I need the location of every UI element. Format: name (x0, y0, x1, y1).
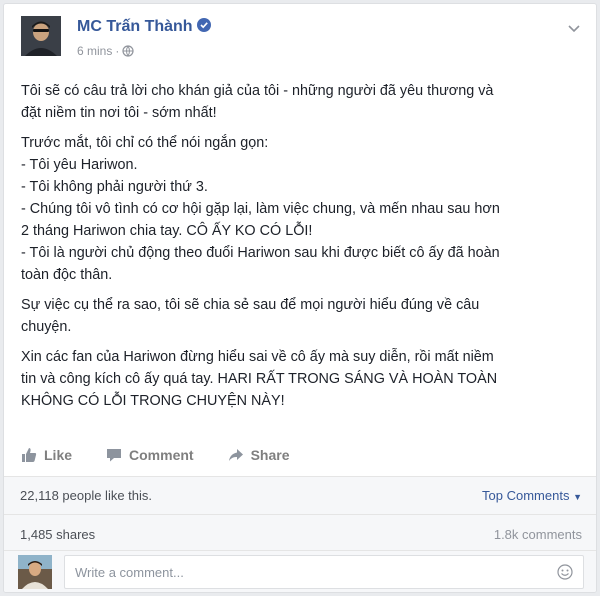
post-line: Sự việc cụ thể ra sao, tôi sẽ chia sẻ sa… (21, 297, 480, 313)
comment-input-box[interactable] (64, 555, 584, 589)
post-line: đặt niềm tin nơi tôi - sớm nhất! (21, 105, 217, 121)
user-avatar (18, 555, 52, 589)
post-paragraph: Trước mắt, tôi chỉ có thể nói ngắn gọn: … (21, 132, 581, 286)
chevron-down-icon[interactable] (566, 20, 582, 36)
post-line: tin và công kích cô ấy quá tay. HARI RẤT… (21, 371, 498, 387)
comment-icon (107, 449, 122, 462)
share-label: Share (250, 447, 290, 463)
post-line: toàn độc thân. (21, 267, 113, 283)
comment-input[interactable] (65, 556, 545, 588)
post-line: 2 tháng Hariwon chia tay. CÔ ẤY KO CÓ LỖ… (21, 223, 313, 239)
shares-summary: 1,485 shares 1.8k comments (4, 514, 596, 550)
likes-count[interactable]: 22,118 people like this. (20, 488, 152, 503)
globe-icon[interactable] (122, 45, 134, 60)
post-line: - Chúng tôi vô tình có cơ hội gặp lại, l… (21, 201, 500, 217)
verified-badge-icon (196, 18, 211, 32)
comments-count[interactable]: 1.8k comments (494, 527, 582, 542)
comment-button[interactable]: Comment (106, 440, 194, 470)
author-name[interactable]: MC Trấn Thành (77, 18, 211, 36)
share-button[interactable]: Share (228, 440, 290, 470)
post-header: MC Trấn Thành 6 mins · (16, 16, 584, 66)
post-line: Trước mắt, tôi chỉ có thể nói ngắn gọn: (21, 135, 269, 151)
post-actions: Like Comment Share (21, 437, 581, 473)
top-comments-dropdown[interactable]: Top Comments ▼ (482, 488, 582, 503)
author-name-text[interactable]: MC Trấn Thành (77, 18, 193, 35)
timestamp[interactable]: 6 mins (77, 44, 112, 58)
post-line: - Tôi không phải người thứ 3. (21, 179, 208, 195)
post-line: chuyện. (21, 319, 72, 335)
post-paragraph: Sự việc cụ thể ra sao, tôi sẽ chia sẻ sa… (21, 294, 581, 338)
post-paragraph: Xin các fan của Hariwon đừng hiểu sai về… (21, 346, 581, 412)
share-icon (228, 449, 243, 461)
post-card: MC Trấn Thành 6 mins · Tôi sẽ có câu trả … (3, 3, 597, 593)
top-comments-label: Top Comments (482, 488, 570, 503)
comment-composer (4, 550, 596, 592)
like-label: Like (44, 447, 73, 463)
post-meta: 6 mins · (77, 44, 134, 60)
post-body: Tôi sẽ có câu trả lời cho khán giả của t… (21, 80, 581, 420)
post-paragraph: Tôi sẽ có câu trả lời cho khán giả của t… (21, 80, 581, 124)
like-button[interactable]: Like (21, 440, 72, 470)
post-line: - Tôi yêu Hariwon. (21, 157, 138, 173)
post-line: KHÔNG CÓ LỖI TRONG CHUYỆN NÀY! (21, 393, 285, 409)
author-avatar[interactable] (21, 16, 61, 56)
post-line: Tôi sẽ có câu trả lời cho khán giả của t… (21, 83, 494, 99)
comment-label: Comment (129, 447, 194, 463)
shares-count[interactable]: 1,485 shares (20, 527, 95, 542)
post-line: Xin các fan của Hariwon đừng hiểu sai về… (21, 349, 494, 365)
caret-down-icon: ▼ (573, 492, 582, 502)
meta-separator: · (115, 44, 120, 58)
likes-summary: 22,118 people like this. Top Comments ▼ (4, 476, 596, 514)
emoji-icon[interactable] (557, 564, 573, 585)
post-line: - Tôi là người chủ động theo đuổi Hariwo… (21, 245, 500, 261)
thumbs-up-icon (22, 448, 37, 462)
